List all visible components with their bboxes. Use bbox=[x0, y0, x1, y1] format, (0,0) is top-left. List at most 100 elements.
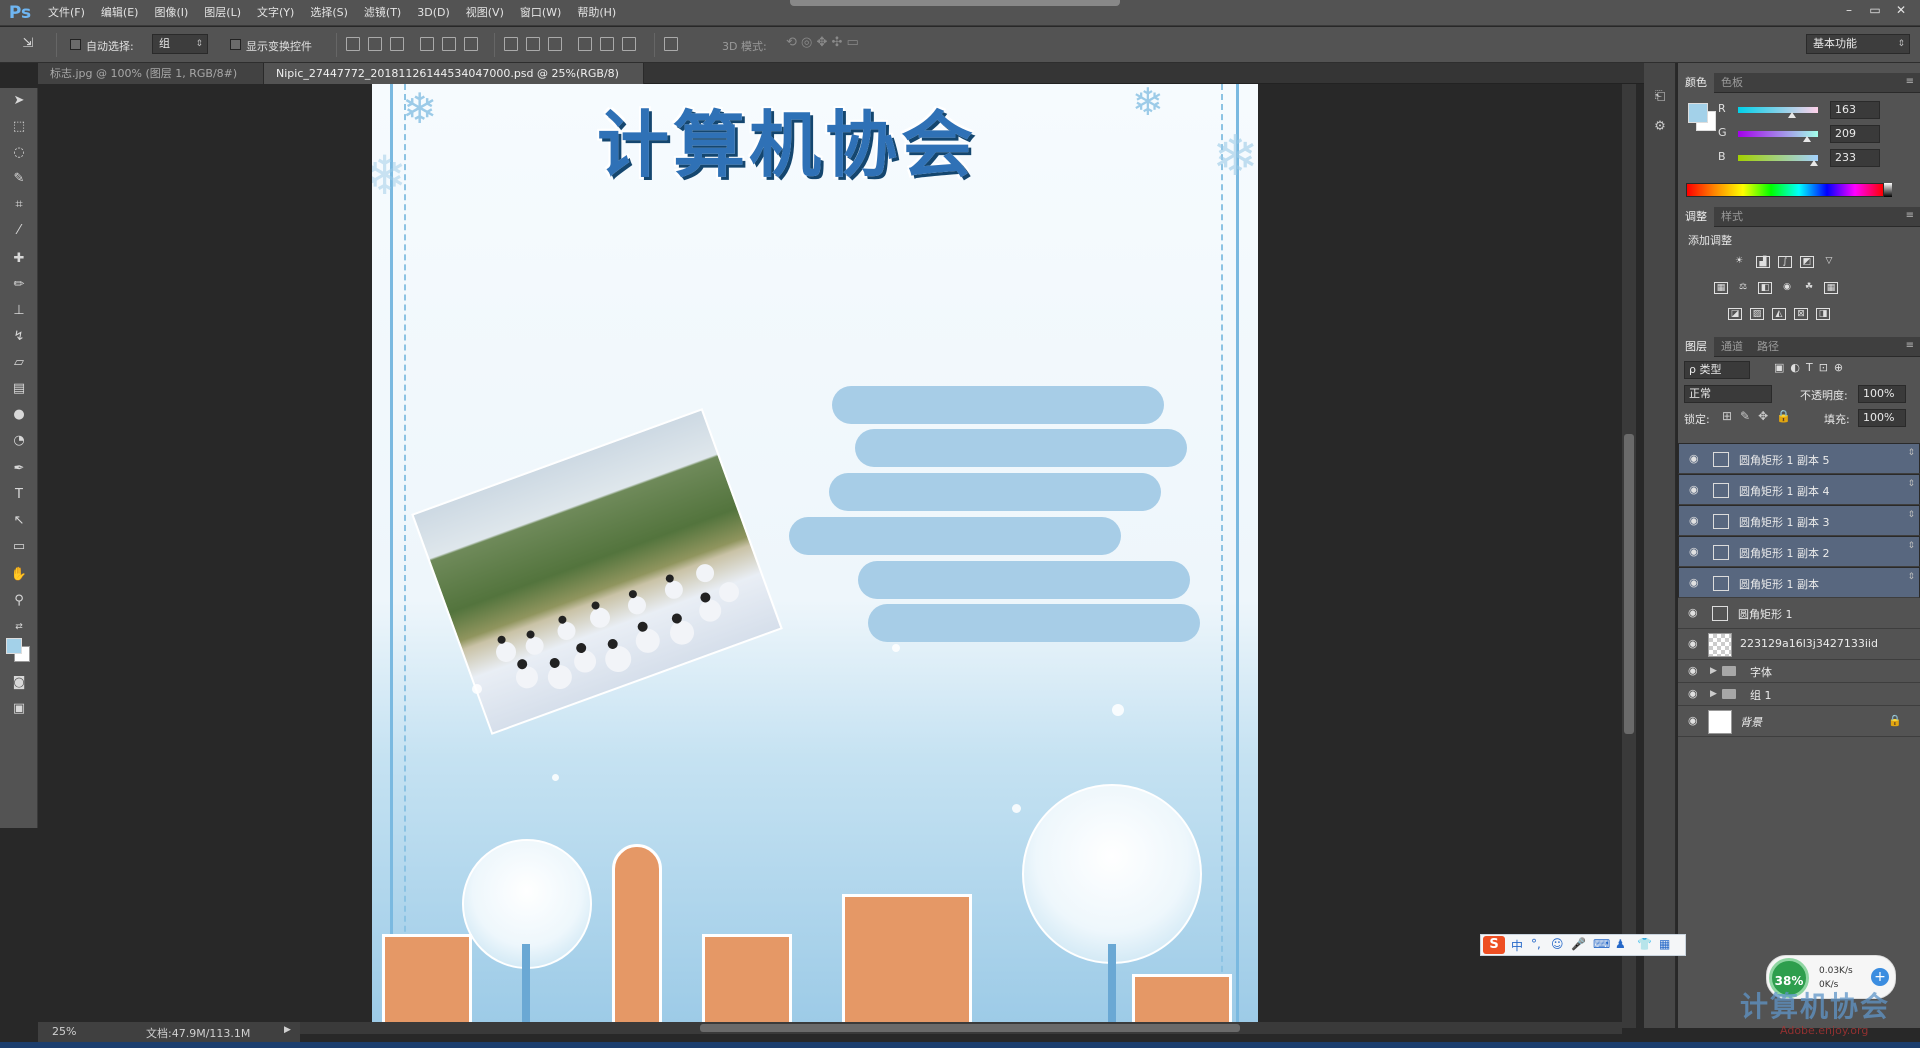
auto-align-icon[interactable] bbox=[664, 37, 678, 51]
expand-arrow-icon[interactable]: ▶ bbox=[1710, 689, 1717, 699]
menu-help[interactable]: 帮助(H) bbox=[569, 0, 624, 26]
layer-filter-dropdown[interactable]: ρ 类型 bbox=[1684, 361, 1750, 379]
menu-window[interactable]: 窗口(W) bbox=[512, 0, 569, 26]
type-tool-icon[interactable]: T bbox=[7, 484, 31, 506]
menu-view[interactable]: 视图(V) bbox=[458, 0, 512, 26]
status-menu-arrow-icon[interactable]: ▶ bbox=[284, 1025, 291, 1035]
align-hcenter-icon[interactable] bbox=[442, 37, 456, 51]
ime-keyboard-icon[interactable]: ⌨ bbox=[1593, 937, 1610, 951]
color-spectrum[interactable] bbox=[1686, 183, 1884, 197]
history-panel-icon[interactable]: ⎗ bbox=[1648, 87, 1672, 107]
gradient-tool-icon[interactable]: ▤ bbox=[7, 378, 31, 400]
tab-layers[interactable]: 图层 bbox=[1678, 337, 1714, 357]
lock-icons[interactable]: ⊞✎✥🔒 bbox=[1722, 409, 1799, 423]
layer-row[interactable]: ◉ 背景 🔒 bbox=[1678, 706, 1920, 737]
healing-brush-tool-icon[interactable]: ✚ bbox=[7, 248, 31, 270]
layer-row[interactable]: ◉ 圆角矩形 1 bbox=[1678, 598, 1920, 629]
panel-menu-icon[interactable]: ≡ bbox=[1906, 340, 1914, 351]
eye-icon[interactable]: ◉ bbox=[1689, 577, 1703, 589]
ime-voice-icon[interactable]: 🎤 bbox=[1571, 937, 1586, 951]
move-tool-icon[interactable]: ➤ bbox=[7, 90, 31, 112]
swap-colors-icon[interactable]: ⇄ bbox=[7, 616, 31, 638]
rounded-rect-copy[interactable] bbox=[858, 561, 1190, 599]
align-top-icon[interactable] bbox=[346, 37, 360, 51]
r-value[interactable]: 163 bbox=[1830, 101, 1880, 119]
distribute-top-icon[interactable] bbox=[504, 37, 518, 51]
gradient-map-icon[interactable]: ⊠ bbox=[1794, 308, 1808, 320]
show-transform-checkbox[interactable] bbox=[230, 39, 241, 50]
panel-menu-icon[interactable]: ≡ bbox=[1906, 76, 1914, 87]
stamp-tool-icon[interactable]: ⊥ bbox=[7, 300, 31, 322]
channel-mixer-icon[interactable]: ☘ bbox=[1802, 282, 1816, 294]
foreground-color-swatch[interactable] bbox=[6, 638, 22, 654]
color-foreground[interactable] bbox=[1688, 103, 1708, 123]
tab-adjustments[interactable]: 调整 bbox=[1678, 207, 1714, 227]
brightness-icon[interactable]: ☀ bbox=[1732, 256, 1746, 268]
tab-styles[interactable]: 样式 bbox=[1714, 207, 1750, 227]
layer-group-row[interactable]: ◉ ▶ 组 1 bbox=[1678, 683, 1920, 706]
path-select-tool-icon[interactable]: ↖ bbox=[7, 510, 31, 532]
close-button[interactable]: ✕ bbox=[1888, 0, 1914, 20]
rounded-rect-1[interactable] bbox=[868, 604, 1200, 642]
tab-channels[interactable]: 通道 bbox=[1714, 337, 1750, 357]
blend-mode-dropdown[interactable]: 正常 bbox=[1684, 385, 1772, 403]
accelerate-button[interactable]: + bbox=[1871, 968, 1889, 986]
hue-saturation-icon[interactable]: ▦ bbox=[1714, 282, 1728, 294]
shape-tool-icon[interactable]: ▭ bbox=[7, 536, 31, 558]
properties-panel-icon[interactable]: ⚙ bbox=[1648, 117, 1672, 137]
g-value[interactable]: 209 bbox=[1830, 125, 1880, 143]
eye-icon[interactable]: ◉ bbox=[1688, 638, 1702, 650]
layer-row[interactable]: ◉ 圆角矩形 1 副本 5 bbox=[1678, 443, 1920, 474]
brush-tool-icon[interactable]: ✏ bbox=[7, 274, 31, 296]
hand-tool-icon[interactable]: ✋ bbox=[7, 564, 31, 586]
color-balance-icon[interactable]: ⚖ bbox=[1736, 282, 1750, 294]
layer-group-row[interactable]: ◉ ▶ 字体 bbox=[1678, 660, 1920, 683]
exposure-icon[interactable]: ◩ bbox=[1800, 256, 1814, 268]
distribute-bottom-icon[interactable] bbox=[548, 37, 562, 51]
screen-mode-icon[interactable]: ▣ bbox=[7, 698, 31, 720]
distribute-vcenter-icon[interactable] bbox=[526, 37, 540, 51]
ime-emoji-icon[interactable]: ☺ bbox=[1551, 937, 1564, 951]
dodge-tool-icon[interactable]: ◔ bbox=[7, 430, 31, 452]
quick-select-tool-icon[interactable]: ✎ bbox=[7, 168, 31, 190]
layer-row[interactable]: ◉ 223129a16l3j3427133iid bbox=[1678, 629, 1920, 660]
ime-skin-icon[interactable]: 👕 bbox=[1637, 937, 1652, 951]
layer-filter-icons[interactable]: ▣◐T⊡⊕ bbox=[1774, 361, 1849, 374]
eye-icon[interactable]: ◉ bbox=[1688, 715, 1702, 727]
group-photo[interactable] bbox=[411, 408, 783, 735]
ime-lang[interactable]: 中 bbox=[1511, 937, 1523, 954]
tab-color[interactable]: 颜色 bbox=[1678, 73, 1714, 93]
align-bottom-icon[interactable] bbox=[390, 37, 404, 51]
menu-filter[interactable]: 滤镜(T) bbox=[356, 0, 409, 26]
eye-icon[interactable]: ◉ bbox=[1689, 515, 1703, 527]
align-left-icon[interactable] bbox=[420, 37, 434, 51]
eye-icon[interactable]: ◉ bbox=[1688, 688, 1702, 700]
expand-arrow-icon[interactable]: ▶ bbox=[1710, 666, 1717, 676]
menu-type[interactable]: 文字(Y) bbox=[249, 0, 302, 26]
b-slider[interactable] bbox=[1738, 155, 1818, 161]
blur-tool-icon[interactable]: ● bbox=[7, 404, 31, 426]
menu-image[interactable]: 图像(I) bbox=[146, 0, 196, 26]
eye-icon[interactable]: ◉ bbox=[1689, 484, 1703, 496]
minimize-button[interactable]: – bbox=[1836, 0, 1862, 20]
selective-color-icon[interactable]: ◨ bbox=[1816, 308, 1830, 320]
3d-mode-icons[interactable]: ⟲ ◎ ✥ ✣ ▭ bbox=[786, 35, 859, 50]
menu-layer[interactable]: 图层(L) bbox=[196, 0, 249, 26]
restore-button[interactable]: ▭ bbox=[1862, 0, 1888, 20]
black-white-icon[interactable]: ◧ bbox=[1758, 282, 1772, 294]
bw-ramp[interactable] bbox=[1884, 183, 1892, 197]
r-slider[interactable] bbox=[1738, 107, 1818, 113]
ime-punct[interactable]: °, bbox=[1531, 937, 1541, 951]
menu-file[interactable]: 文件(F) bbox=[40, 0, 93, 26]
eraser-tool-icon[interactable]: ▱ bbox=[7, 352, 31, 374]
pen-tool-icon[interactable]: ✒ bbox=[7, 458, 31, 480]
tab-paths[interactable]: 路径 bbox=[1750, 337, 1786, 357]
horizontal-scrollbar[interactable] bbox=[300, 1022, 1622, 1034]
history-brush-tool-icon[interactable]: ↯ bbox=[7, 326, 31, 348]
move-tool-preset-icon[interactable]: ⇲ bbox=[16, 33, 40, 55]
photo-filter-icon[interactable]: ◉ bbox=[1780, 282, 1794, 294]
sogou-logo[interactable]: S bbox=[1483, 936, 1505, 954]
distribute-left-icon[interactable] bbox=[578, 37, 592, 51]
color-lookup-icon[interactable]: ▦ bbox=[1824, 282, 1838, 294]
zoom-tool-icon[interactable]: ⚲ bbox=[7, 590, 31, 612]
